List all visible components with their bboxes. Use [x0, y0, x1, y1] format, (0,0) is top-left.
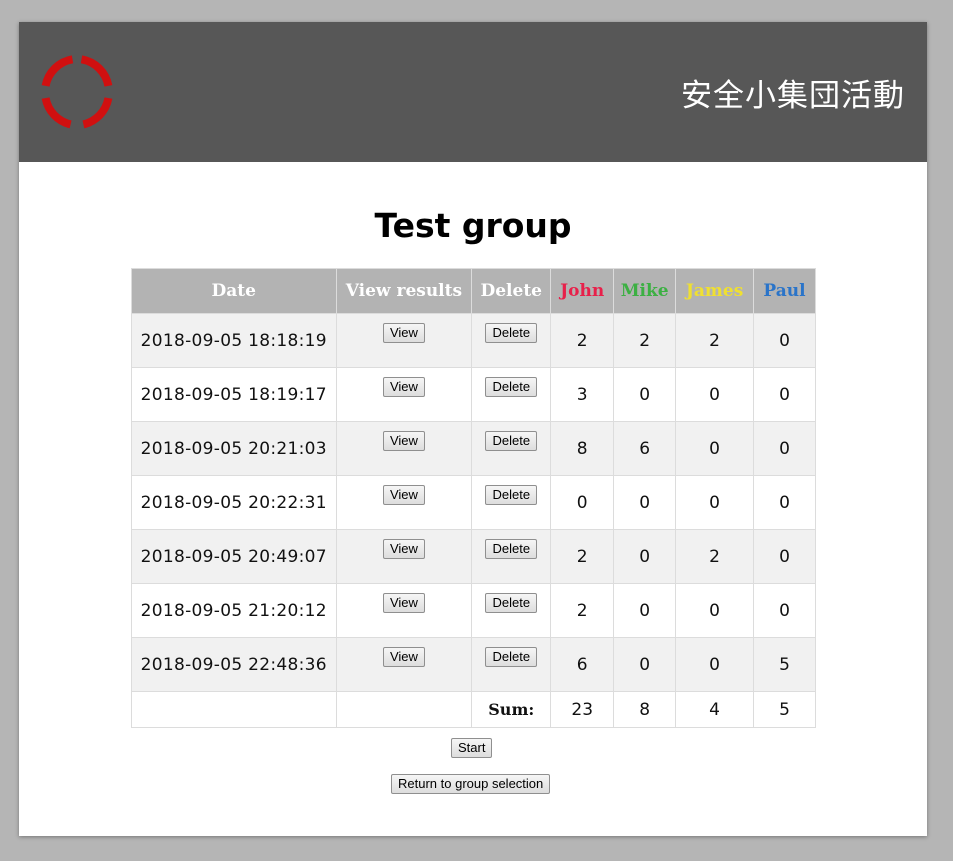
delete-button[interactable]: Delete	[485, 647, 538, 667]
table-row: 2018-09-05 20:49:07 View Delete 2 0 2 0	[131, 529, 816, 584]
row-date: 2018-09-05 18:19:17	[131, 367, 337, 422]
score-john: 2	[550, 313, 615, 368]
score-james: 0	[675, 421, 755, 476]
score-mike: 0	[613, 529, 677, 584]
column-header-date: Date	[131, 268, 337, 314]
start-button[interactable]: Start	[451, 738, 493, 758]
delete-button[interactable]: Delete	[485, 593, 538, 613]
group-title: Test group	[374, 206, 572, 245]
table-row: 2018-09-05 18:19:17 View Delete 3 0 0 0	[131, 367, 816, 422]
app-header: 安全小集団活動	[19, 22, 927, 162]
table-row: 2018-09-05 20:22:31 View Delete 0 0 0 0	[131, 475, 816, 530]
view-button[interactable]: View	[382, 485, 425, 505]
table-row: 2018-09-05 21:20:12 View Delete 2 0 0 0	[131, 583, 816, 638]
view-button[interactable]: View	[382, 539, 425, 559]
page-card: 安全小集団活動 Test group Date View results Del…	[19, 22, 927, 836]
score-john: 8	[550, 421, 615, 476]
score-mike: 2	[613, 313, 677, 368]
table-row: 2018-09-05 20:21:03 View Delete 8 6 0 0	[131, 421, 816, 476]
delete-button[interactable]: Delete	[485, 431, 538, 451]
column-header-mike: Mike	[613, 268, 677, 314]
score-mike: 0	[613, 583, 677, 638]
column-header-paul: Paul	[753, 268, 816, 314]
score-john: 6	[550, 637, 615, 692]
score-john: 0	[550, 475, 615, 530]
sum-james: 4	[675, 691, 755, 728]
score-john: 2	[550, 583, 615, 638]
sum-row: Sum: 23 8 4 5	[131, 691, 816, 728]
view-button[interactable]: View	[382, 377, 425, 397]
score-john: 3	[550, 367, 615, 422]
score-james: 0	[675, 637, 755, 692]
score-paul: 0	[753, 583, 816, 638]
table-row: 2018-09-05 22:48:36 View Delete 6 0 0 5	[131, 637, 816, 692]
app-title: 安全小集団活動	[681, 78, 905, 114]
empty-cell	[131, 691, 337, 728]
delete-button[interactable]: Delete	[485, 323, 538, 343]
sum-mike: 8	[613, 691, 677, 728]
column-header-view-results: View results	[335, 268, 473, 314]
score-paul: 0	[753, 367, 816, 422]
view-button[interactable]: View	[382, 323, 425, 343]
score-paul: 5	[753, 637, 816, 692]
score-james: 2	[675, 529, 755, 584]
view-button[interactable]: View	[382, 431, 425, 451]
score-mike: 0	[613, 475, 677, 530]
delete-button[interactable]: Delete	[485, 539, 538, 559]
table-row: 2018-09-05 18:18:19 View Delete 2 2 2 0	[131, 313, 816, 368]
score-paul: 0	[753, 421, 816, 476]
delete-button[interactable]: Delete	[485, 485, 538, 505]
sum-label: Sum:	[471, 691, 552, 728]
table-header-row: Date View results Delete John Mike James…	[131, 268, 816, 314]
view-button[interactable]: View	[382, 647, 425, 667]
row-date: 2018-09-05 20:21:03	[131, 421, 337, 476]
sum-paul: 5	[753, 691, 816, 728]
score-paul: 0	[753, 313, 816, 368]
column-header-john: John	[550, 268, 615, 314]
row-date: 2018-09-05 20:49:07	[131, 529, 337, 584]
score-paul: 0	[753, 475, 816, 530]
score-james: 0	[675, 583, 755, 638]
return-to-group-selection-button[interactable]: Return to group selection	[391, 774, 551, 794]
results-table: Date View results Delete John Mike James…	[131, 268, 816, 728]
score-john: 2	[550, 529, 615, 584]
score-mike: 0	[613, 367, 677, 422]
view-button[interactable]: View	[382, 593, 425, 613]
empty-cell	[335, 691, 473, 728]
score-mike: 0	[613, 637, 677, 692]
row-date: 2018-09-05 21:20:12	[131, 583, 337, 638]
score-paul: 0	[753, 529, 816, 584]
red-ring-logo-icon	[41, 55, 113, 129]
row-date: 2018-09-05 20:22:31	[131, 475, 337, 530]
column-header-james: James	[675, 268, 755, 314]
row-date: 2018-09-05 18:18:19	[131, 313, 337, 368]
score-james: 2	[675, 313, 755, 368]
sum-john: 23	[550, 691, 615, 728]
row-date: 2018-09-05 22:48:36	[131, 637, 337, 692]
score-james: 0	[675, 367, 755, 422]
column-header-delete: Delete	[471, 268, 552, 314]
score-mike: 6	[613, 421, 677, 476]
score-james: 0	[675, 475, 755, 530]
delete-button[interactable]: Delete	[485, 377, 538, 397]
